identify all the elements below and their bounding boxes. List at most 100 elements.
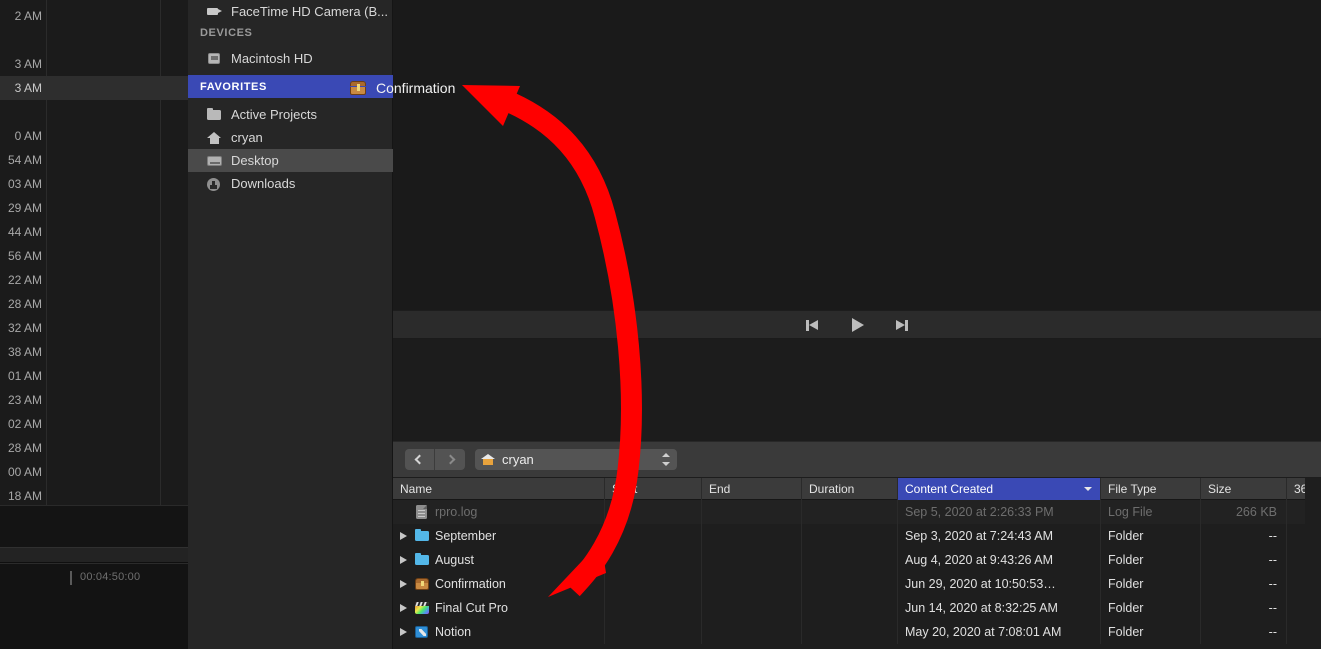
event-row[interactable]: 0 AM <box>0 124 188 148</box>
timeline-panel[interactable]: 00:04:50:00 <box>0 563 188 649</box>
event-row[interactable]: 38 AM <box>0 340 188 364</box>
cell-size: -- <box>1201 596 1287 620</box>
inspector-area <box>393 339 1321 441</box>
cell-duration <box>802 548 898 572</box>
event-row[interactable]: 23 AM <box>0 388 188 412</box>
event-row[interactable]: 44 AM <box>0 220 188 244</box>
cell-file-type: Folder <box>1101 572 1201 596</box>
event-row[interactable]: 22 AM <box>0 268 188 292</box>
sidebar[interactable]: FaceTime HD Camera (B... DEVICES Macintosh… <box>188 0 393 649</box>
sidebar-item-macintosh-hd[interactable]: Macintosh HD <box>188 47 393 70</box>
table-row[interactable]: Confirmation Jun 29, 2020 at 10:50:53… Fol… <box>393 572 1321 596</box>
disclosure-triangle-icon[interactable] <box>398 548 409 572</box>
cell-start <box>605 524 702 548</box>
cell-end <box>702 548 802 572</box>
sidebar-item-downloads[interactable]: Downloads <box>188 172 393 195</box>
event-row[interactable]: 28 AM <box>0 292 188 316</box>
transport-controls[interactable] <box>393 310 1321 339</box>
viewer-pane <box>393 0 1321 310</box>
sidebar-item-label: cryan <box>231 130 263 145</box>
table-row[interactable]: Final Cut Pro Jun 14, 2020 at 8:32:25 AM F… <box>393 596 1321 620</box>
column-header-label: Content Created <box>905 482 994 496</box>
forward-button[interactable] <box>435 449 465 470</box>
sidebar-item-label: Macintosh HD <box>231 51 313 66</box>
timeline-toolbar <box>0 547 188 563</box>
cell-file-type: Folder <box>1101 620 1201 644</box>
column-header-content-created[interactable]: Content Created <box>898 478 1101 500</box>
table-header-row[interactable]: Name Start End Duration Content Created File … <box>393 478 1321 500</box>
event-row[interactable]: 28 AM <box>0 436 188 460</box>
go-to-end-button[interactable] <box>890 316 912 334</box>
event-row[interactable]: 3 AM <box>0 76 188 100</box>
event-row[interactable]: 03 AM <box>0 172 188 196</box>
event-row[interactable]: 2 AM <box>0 4 188 28</box>
column-header-size[interactable]: Size <box>1201 478 1287 500</box>
sidebar-section-label: DEVICES <box>200 26 253 39</box>
cell-size: 266 KB <box>1201 500 1287 524</box>
event-row[interactable]: 3 AM <box>0 52 188 76</box>
column-header-end[interactable]: End <box>702 478 802 500</box>
sidebar-section-devices[interactable]: DEVICES <box>188 21 393 44</box>
column-header-name[interactable]: Name <box>393 478 605 500</box>
go-to-start-button[interactable] <box>802 316 824 334</box>
event-timestamp: 3 AM <box>14 81 42 95</box>
table-row[interactable]: Notion May 20, 2020 at 7:08:01 AM Folder -- <box>393 620 1321 644</box>
event-timestamp: 01 AM <box>7 369 42 383</box>
event-timestamp: 03 AM <box>7 177 42 191</box>
event-row[interactable]: 01 AM <box>0 364 188 388</box>
event-timestamp: 02 AM <box>7 417 42 431</box>
notion-icon <box>414 625 430 639</box>
sidebar-item-active-projects[interactable]: Active Projects <box>188 103 393 126</box>
event-row[interactable]: 00 AM <box>0 460 188 484</box>
disclosure-triangle-icon[interactable] <box>398 620 409 644</box>
home-icon <box>481 453 495 466</box>
navigation-buttons[interactable] <box>405 449 465 470</box>
event-list-footer <box>0 505 188 547</box>
sidebar-item-label: Active Projects <box>231 107 317 122</box>
column-header-label: Duration <box>809 482 855 496</box>
sidebar-item-facetime-hd-camera-b[interactable]: FaceTime HD Camera (B... <box>188 0 393 23</box>
event-row[interactable]: 54 AM <box>0 148 188 172</box>
event-row[interactable]: 02 AM <box>0 412 188 436</box>
column-header-duration[interactable]: Duration <box>802 478 898 500</box>
sidebar-section-favorites[interactable]: FAVORITES <box>188 75 393 98</box>
disclosure-triangle-icon[interactable] <box>398 524 409 548</box>
play-button[interactable] <box>846 316 868 334</box>
sidebar-item-cryan[interactable]: cryan <box>188 126 393 149</box>
back-button[interactable] <box>405 449 435 470</box>
table-row[interactable]: August Aug 4, 2020 at 9:43:26 AM Folder -- <box>393 548 1321 572</box>
event-row[interactable]: 32 AM <box>0 316 188 340</box>
cell-file-type: Folder <box>1101 524 1201 548</box>
table-row[interactable]: September Sep 3, 2020 at 7:24:43 AM Folder… <box>393 524 1321 548</box>
column-header-label: End <box>709 482 731 496</box>
cell-file-type: Log File <box>1101 500 1201 524</box>
cell-content-created: Aug 4, 2020 at 9:43:26 AM <box>898 548 1101 572</box>
path-popup-button[interactable]: cryan <box>475 449 677 470</box>
column-header-file-type[interactable]: File Type <box>1101 478 1201 500</box>
event-timestamp: 32 AM <box>7 321 42 335</box>
table-right-filler <box>1305 478 1321 649</box>
column-header-start[interactable]: Start <box>605 478 702 500</box>
cell-start <box>605 596 702 620</box>
file-browser-table[interactable]: Name Start End Duration Content Created File … <box>393 478 1321 649</box>
cell-size: -- <box>1201 620 1287 644</box>
event-timestamp: 28 AM <box>7 297 42 311</box>
cell-end <box>702 620 802 644</box>
event-row[interactable]: 29 AM <box>0 196 188 220</box>
timeline-top-edge <box>0 563 188 564</box>
event-list[interactable]: 2 AM 3 AM 3 AM 0 AM 54 AM 03 AM 29 AM 44 AM 56 A… <box>0 0 188 505</box>
path-bar[interactable]: cryan <box>393 441 1321 478</box>
path-current-label: cryan <box>502 452 534 467</box>
table-row[interactable]: rpro.log Sep 5, 2020 at 2:26:33 PM Log Fil… <box>393 500 1321 524</box>
column-header-label: File Type <box>1108 482 1157 496</box>
disclosure-triangle-icon[interactable] <box>398 596 409 620</box>
sidebar-item-desktop[interactable]: Desktop <box>188 149 393 172</box>
cell-name: September <box>393 524 605 548</box>
disclosure-triangle-icon[interactable] <box>398 572 409 596</box>
event-timestamp: 23 AM <box>7 393 42 407</box>
event-timestamp: 2 AM <box>14 9 42 23</box>
cell-duration <box>802 620 898 644</box>
cell-name-label: rpro.log <box>435 505 478 519</box>
event-row[interactable]: 56 AM <box>0 244 188 268</box>
